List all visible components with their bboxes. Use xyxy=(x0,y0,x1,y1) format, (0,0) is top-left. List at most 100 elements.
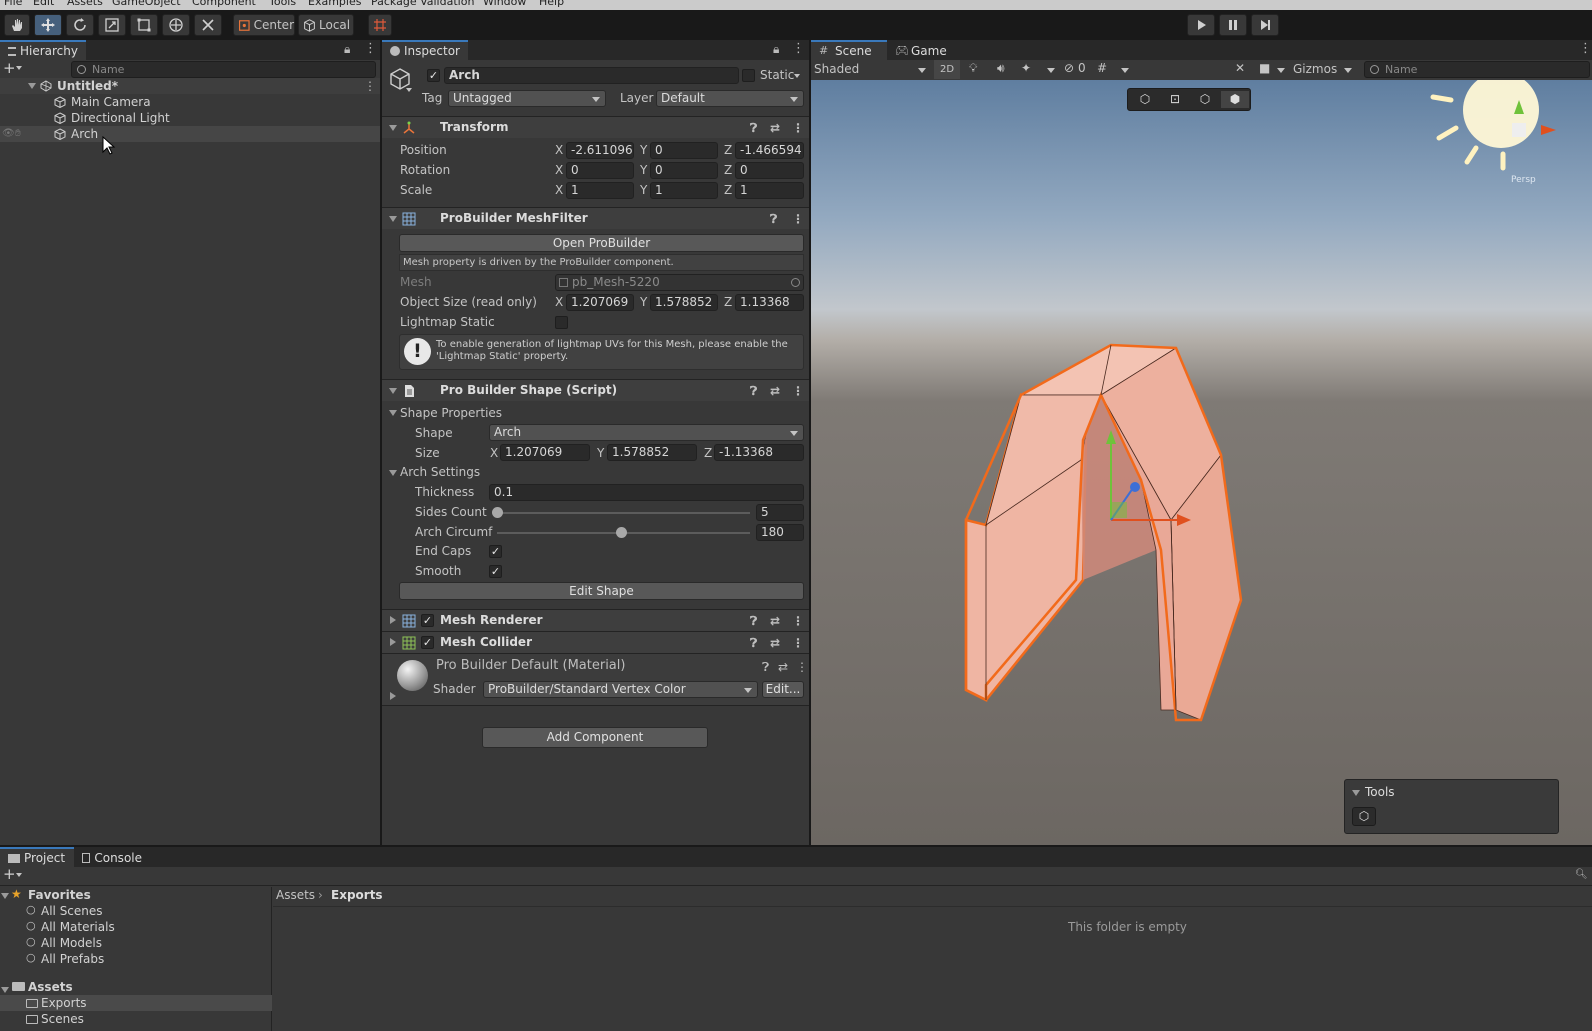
add-icon[interactable]: + xyxy=(3,59,16,77)
layer-dropdown[interactable]: Default xyxy=(656,90,804,107)
meshfilter-header[interactable]: ProBuilder MeshFilter ❓︎ ⋮ xyxy=(382,207,809,229)
scene-row[interactable]: Untitled* ⋮ xyxy=(0,78,380,94)
tab-console[interactable]: Console xyxy=(74,847,150,867)
position-z-field[interactable]: -1.466594 xyxy=(735,142,804,159)
menu-package-validation[interactable]: Package Validation xyxy=(371,0,474,8)
shape-properties-foldout[interactable]: Shape Properties xyxy=(400,405,502,422)
scene-menu-icon[interactable]: ⋮ xyxy=(364,78,376,94)
component-menu-icon[interactable]: ⋮ xyxy=(792,636,804,650)
effects-icon[interactable]: ✦ xyxy=(1021,61,1031,75)
scale-z-field[interactable]: 1 xyxy=(735,182,804,199)
tab-scene[interactable]: # Scene xyxy=(811,40,887,60)
preset-icon[interactable]: ⇄ xyxy=(770,636,780,650)
scene-search-input[interactable]: Name xyxy=(1364,61,1590,78)
pause-button[interactable] xyxy=(1219,14,1247,36)
favorite-all-prefabs[interactable]: All Prefabs xyxy=(41,951,104,967)
help-icon[interactable]: ❓︎ xyxy=(750,614,757,629)
lock-icon[interactable]: 🔒︎ xyxy=(773,42,779,57)
end-caps-checkbox[interactable]: ✓ xyxy=(489,545,502,558)
more-options-icon[interactable]: ⋮ xyxy=(792,41,805,56)
add-component-button[interactable]: Add Component xyxy=(482,727,708,748)
favorite-all-models[interactable]: All Models xyxy=(41,935,102,951)
smooth-checkbox[interactable]: ✓ xyxy=(489,565,502,578)
scene-viewport[interactable]: Persp ⬡ ⊡ ⬡ ⬢ Tools ⬡ xyxy=(811,80,1592,845)
menu-file[interactable]: File xyxy=(4,0,22,8)
lock-icon[interactable]: 🔒︎ xyxy=(344,42,350,57)
assets-foldout[interactable]: Assets xyxy=(28,979,73,995)
audio-icon[interactable]: 🔊︎ xyxy=(997,61,1005,76)
arch-settings-foldout[interactable]: Arch Settings xyxy=(400,464,480,481)
scale-tool-button[interactable] xyxy=(98,14,126,36)
menu-tools[interactable]: Tools xyxy=(269,0,296,8)
hierarchy-item-arch[interactable]: 👁︎ ✋︎ Arch xyxy=(0,126,380,142)
grid-snap-button[interactable] xyxy=(368,14,392,36)
sides-count-field[interactable]: 5 xyxy=(756,504,804,521)
arch-circumference-slider-thumb[interactable] xyxy=(615,527,627,538)
tab-inspector[interactable]: Inspector xyxy=(382,40,468,60)
hierarchy-search-input[interactable]: Name xyxy=(71,61,376,78)
component-menu-icon[interactable]: ⋮ xyxy=(792,212,804,226)
rotation-x-field[interactable]: 0 xyxy=(566,162,634,179)
pivot-center-toggle[interactable]: Center xyxy=(233,14,295,36)
search-icon[interactable]: 🔍︎ xyxy=(1575,869,1588,880)
breadcrumb-current[interactable]: Exports xyxy=(331,888,383,902)
arch-circumference-field[interactable]: 180 xyxy=(756,524,804,541)
move-tool-button[interactable] xyxy=(34,14,62,36)
menu-examples[interactable]: Examples xyxy=(308,0,361,8)
help-icon[interactable]: ❓︎ xyxy=(750,384,757,399)
shader-edit-button[interactable]: Edit... xyxy=(762,681,804,698)
menu-window[interactable]: Window xyxy=(483,0,526,8)
step-button[interactable] xyxy=(1251,14,1279,36)
create-asset-icon[interactable]: + xyxy=(3,865,16,883)
shape-script-header[interactable]: Pro Builder Shape (Script) ❓︎ ⇄ ⋮ xyxy=(382,379,809,401)
hand-tool-button[interactable] xyxy=(4,14,30,36)
mesh-collider-header[interactable]: ✓ Mesh Collider ❓︎ ⇄ ⋮ xyxy=(382,631,809,653)
tab-hierarchy[interactable]: Hierarchy xyxy=(0,40,86,60)
visibility-eye-icon[interactable]: 👁︎ xyxy=(2,126,15,142)
edit-shape-button[interactable]: Edit Shape xyxy=(399,582,804,600)
tag-dropdown[interactable]: Untagged xyxy=(448,90,606,107)
create-dropdown-icon[interactable] xyxy=(16,873,22,877)
custom-tool-button[interactable] xyxy=(194,14,222,36)
size-x-field[interactable]: 1.207069 xyxy=(500,444,590,461)
position-y-field[interactable]: 0 xyxy=(650,142,718,159)
component-menu-icon[interactable]: ⋮ xyxy=(792,614,804,628)
help-icon[interactable]: ❓︎ xyxy=(762,660,769,675)
component-menu-icon[interactable]: ⋮ xyxy=(792,121,804,135)
favorites-foldout[interactable]: Favorites xyxy=(28,887,91,903)
menu-assets[interactable]: Assets xyxy=(67,0,103,8)
rotation-y-field[interactable]: 0 xyxy=(650,162,718,179)
lighting-icon[interactable]: 💡︎ xyxy=(969,61,977,76)
icon-dropdown-icon[interactable] xyxy=(406,88,412,92)
object-name-field[interactable]: Arch xyxy=(444,67,739,84)
preset-icon[interactable]: ⇄ xyxy=(770,614,780,628)
transform-header[interactable]: Transform ❓︎ ⇄ ⋮ xyxy=(382,116,809,138)
tools-toggle-icon[interactable]: ✕ xyxy=(1235,61,1245,75)
hidden-objects-icon[interactable]: ⊘ xyxy=(1064,61,1074,75)
component-menu-icon[interactable]: ⋮ xyxy=(796,660,808,674)
rotate-tool-button[interactable] xyxy=(66,14,94,36)
lightmap-static-checkbox[interactable] xyxy=(555,316,568,329)
menu-gameobject[interactable]: GameObject xyxy=(112,0,181,8)
tab-game[interactable]: 🎮︎ Game xyxy=(887,40,953,60)
camera-icon[interactable]: ■ xyxy=(1259,61,1270,75)
more-options-icon[interactable]: ⋮ xyxy=(364,41,377,56)
preset-icon[interactable]: ⇄ xyxy=(778,660,788,674)
probuilder-tool-icon[interactable]: ⬡ xyxy=(1352,807,1376,826)
shape-type-dropdown[interactable]: Arch xyxy=(489,424,804,441)
menu-edit[interactable]: Edit xyxy=(33,0,54,8)
tab-project[interactable]: Project xyxy=(0,847,74,867)
grid-chevron-icon[interactable] xyxy=(1121,68,1129,73)
vertex-mode-icon[interactable]: ⊡ xyxy=(1161,91,1189,108)
menu-component[interactable]: Component xyxy=(192,0,256,8)
folder-row-exports[interactable]: Exports xyxy=(0,995,272,1011)
open-probuilder-button[interactable]: Open ProBuilder xyxy=(399,234,804,252)
face-mode-icon[interactable]: ⬢ xyxy=(1221,91,1249,108)
grid-toggle-icon[interactable]: # xyxy=(1097,61,1107,75)
scale-x-field[interactable]: 1 xyxy=(566,182,634,199)
static-checkbox[interactable] xyxy=(742,69,755,82)
favorite-all-materials[interactable]: All Materials xyxy=(41,919,115,935)
rect-tool-button[interactable] xyxy=(130,14,158,36)
gizmos-dropdown[interactable]: Gizmos xyxy=(1293,61,1337,78)
pivot-space-toggle[interactable]: Local xyxy=(298,14,354,36)
